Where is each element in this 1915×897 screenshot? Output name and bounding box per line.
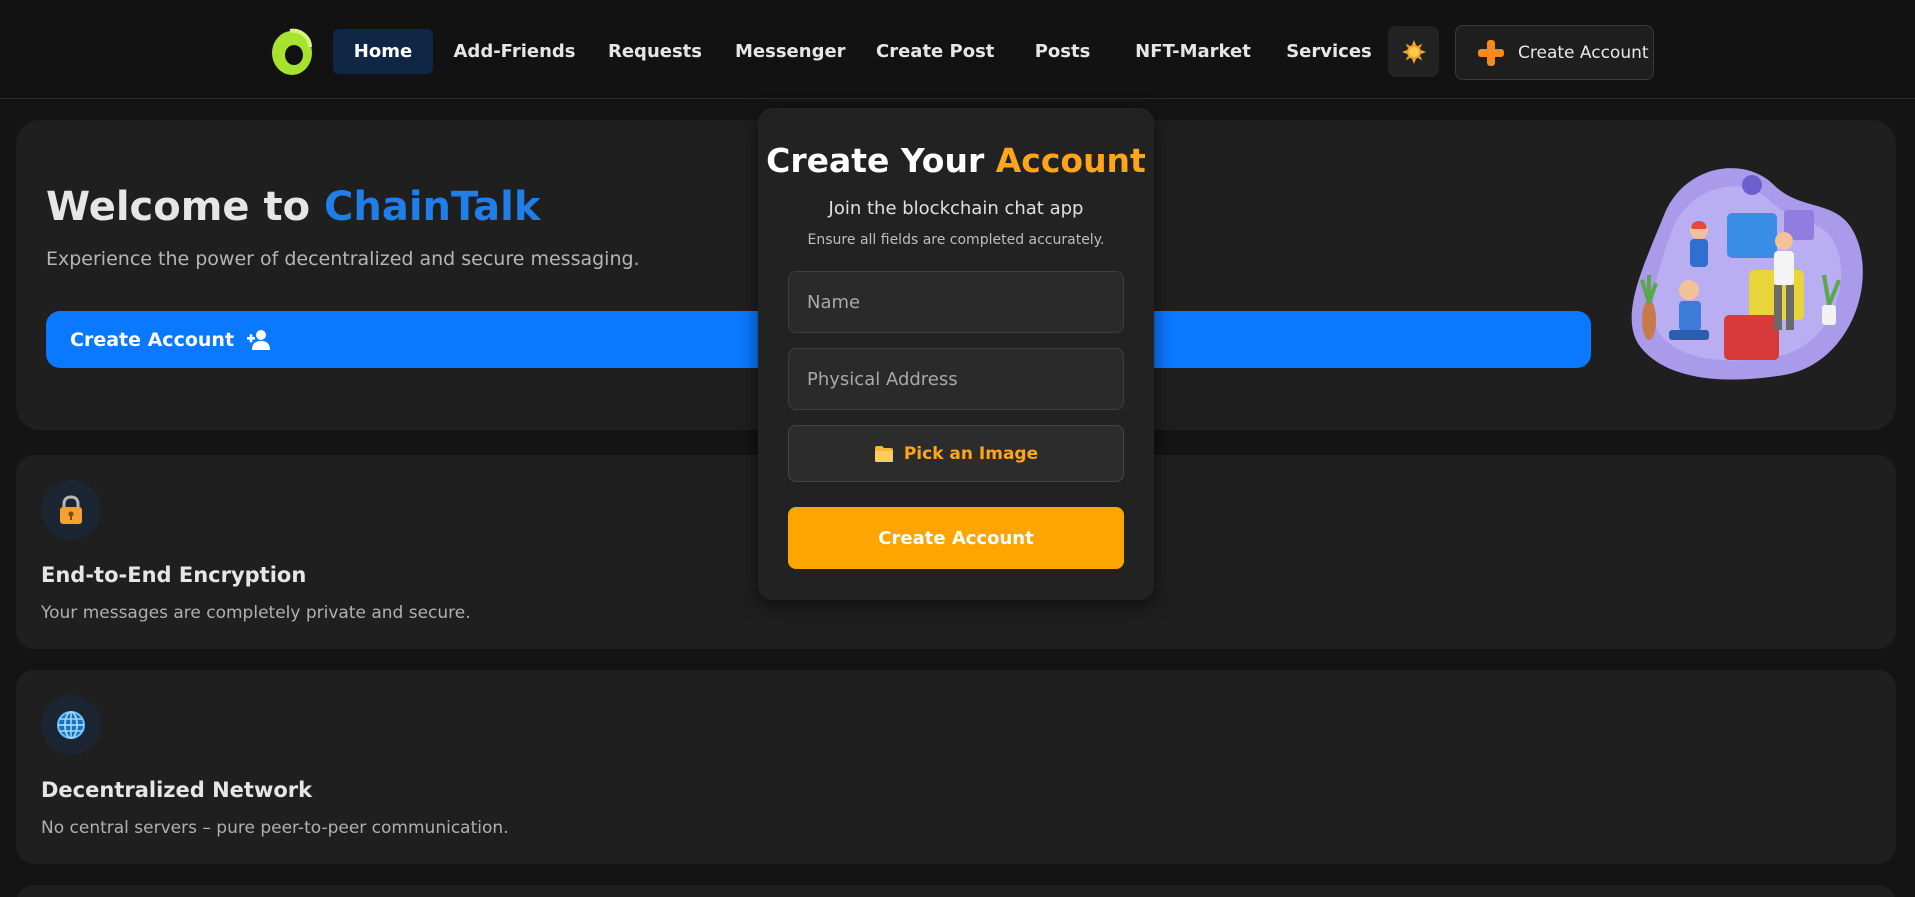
create-account-modal: Create Your Account Join the blockchain … [758, 108, 1154, 600]
feature-desc: Your messages are completely private and… [41, 603, 471, 623]
feature-title: Decentralized Network [41, 778, 313, 802]
nav-requests[interactable]: Requests [605, 29, 705, 74]
top-navbar: Home Add-Friends Requests Messenger Crea… [0, 0, 1915, 99]
nav-nft-market[interactable]: NFT-Market [1132, 29, 1254, 74]
nav-add-friends[interactable]: Add-Friends [452, 29, 577, 74]
nav-create-account-button[interactable]: Create Account [1455, 25, 1654, 80]
feature-icon-wrap [41, 480, 101, 540]
team-building-illustration-icon [1631, 168, 1863, 380]
feature-desc: No central servers – pure peer-to-peer c… [41, 818, 509, 838]
plus-icon [1478, 39, 1504, 66]
modal-subtitle: Join the blockchain chat app [828, 198, 1084, 219]
hero-subtitle: Experience the power of decentralized an… [46, 248, 640, 270]
modal-title-accent: Account [995, 141, 1146, 180]
pick-image-button[interactable]: Pick an Image [788, 425, 1124, 482]
modal-create-account-label: Create Account [878, 527, 1034, 549]
nav-create-post[interactable]: Create Post [876, 29, 994, 74]
hero-title-brand: ChainTalk [324, 184, 541, 230]
nav-home[interactable]: Home [333, 29, 433, 74]
hero-title-prefix: Welcome to [46, 184, 324, 230]
nav-services[interactable]: Services [1286, 29, 1372, 74]
sun-icon [1401, 39, 1426, 64]
nav-create-account-label: Create Account [1518, 42, 1649, 63]
modal-hint: Ensure all fields are completed accurate… [807, 232, 1105, 248]
hero-create-account-label: Create Account [70, 328, 235, 351]
feature-card-decentralized: Decentralized Network No central servers… [16, 670, 1896, 864]
nav-messenger[interactable]: Messenger [735, 29, 846, 74]
lock-icon [60, 495, 82, 524]
modal-title-prefix: Create Your [766, 141, 996, 180]
physical-address-input[interactable] [788, 348, 1124, 410]
modal-title: Create Your Account [758, 141, 1154, 180]
modal-create-account-button[interactable]: Create Account [788, 507, 1124, 569]
nav-posts[interactable]: Posts [1025, 29, 1100, 74]
globe-icon [57, 711, 85, 739]
theme-toggle-button[interactable] [1388, 26, 1439, 77]
feature-card-partial [16, 885, 1896, 897]
chaintalk-logo-icon[interactable] [270, 27, 316, 77]
feature-title: End-to-End Encryption [41, 563, 307, 587]
hero-title: Welcome to ChainTalk [46, 184, 540, 230]
pick-image-label: Pick an Image [903, 443, 1039, 464]
feature-icon-wrap [41, 695, 101, 755]
name-input[interactable] [788, 271, 1124, 333]
user-plus-icon [247, 329, 271, 350]
folder-icon [874, 445, 893, 462]
